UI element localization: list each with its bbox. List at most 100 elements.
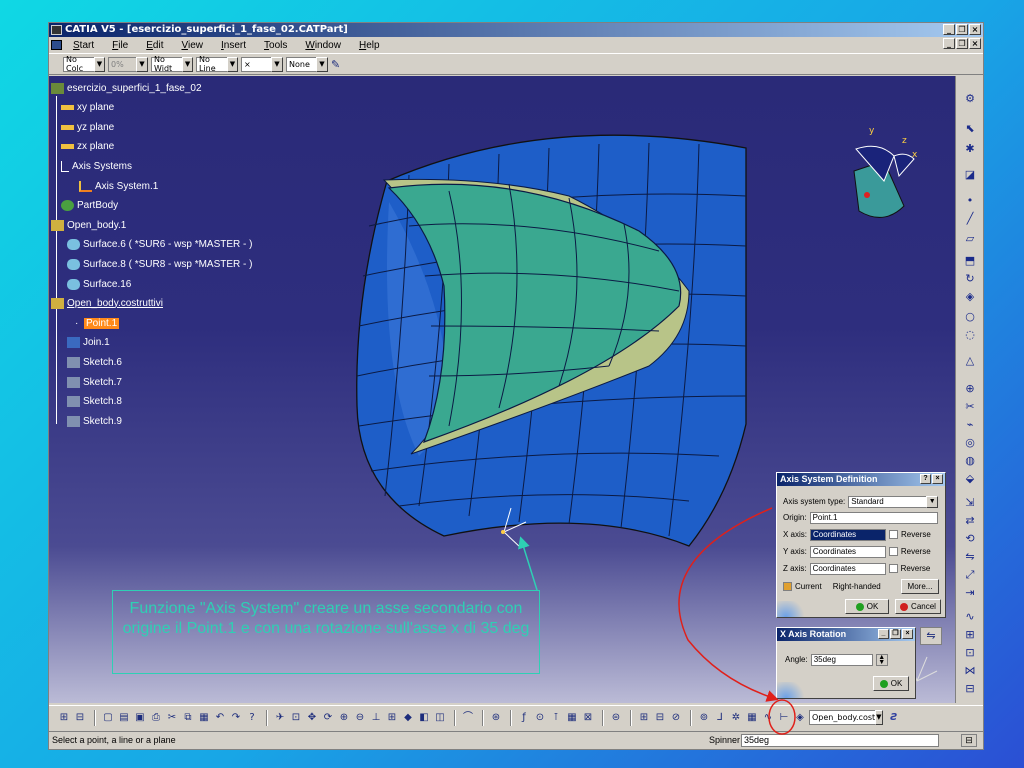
symmetry-icon[interactable]: ⇋	[963, 550, 977, 564]
rotate-icon[interactable]: ⟲	[963, 532, 977, 546]
tree-surface-6[interactable]: Surface.6 ( *SUR6 - wsp *MASTER - )	[67, 236, 252, 252]
doc-minimize-icon[interactable]: _	[943, 38, 955, 49]
extrapolate-icon[interactable]: ⇥	[963, 586, 977, 600]
fly-mode-icon[interactable]: ✈	[273, 711, 287, 725]
boundary-icon[interactable]: ◎	[963, 436, 977, 450]
formula-icon[interactable]: ƒ	[517, 711, 531, 725]
tree-join-1[interactable]: Join.1	[67, 334, 110, 350]
redo-icon[interactable]: ↷	[229, 711, 243, 725]
workbench-icon[interactable]: ⚙	[963, 92, 977, 106]
render-style-icon[interactable]: ◧	[417, 711, 431, 725]
cut-icon[interactable]: ✂	[165, 711, 179, 725]
menu-insert[interactable]: Insert	[212, 40, 255, 51]
body-icon[interactable]: ◈	[793, 711, 807, 725]
tree-xy-plane[interactable]: xy plane	[61, 99, 114, 115]
tree-axis-systems[interactable]: Axis Systems	[61, 158, 132, 174]
x-reverse-checkbox[interactable]	[889, 530, 899, 539]
chevron-down-icon[interactable]: ▼	[875, 710, 883, 725]
menu-window[interactable]: Window	[296, 40, 350, 51]
line-type-combo[interactable]: No Line ▼	[196, 55, 238, 73]
y-axis-field[interactable]: Coordinates	[809, 545, 886, 558]
sketcher-icon[interactable]: ✱	[963, 142, 977, 156]
line-tool-icon[interactable]: ╱	[963, 212, 977, 226]
chevron-down-icon[interactable]: ▼	[926, 495, 939, 508]
chevron-down-icon[interactable]: ▼	[226, 56, 238, 72]
point-creation-icon[interactable]: ⊚	[697, 711, 711, 725]
tree-open-body-1[interactable]: Open_body.1	[51, 217, 126, 233]
sweep-icon[interactable]: ◈	[963, 290, 977, 304]
menu-start[interactable]: Start	[64, 40, 103, 51]
new-file-icon[interactable]: ▢	[101, 711, 115, 725]
analysis-icon[interactable]: ⊡	[963, 646, 977, 660]
tree-surface-16[interactable]: Surface.16	[67, 276, 131, 292]
close-icon[interactable]: ×	[969, 24, 981, 35]
side-tool-icon[interactable]: ⇋	[920, 627, 942, 645]
undo-icon[interactable]: ↶	[213, 711, 227, 725]
menu-view[interactable]: View	[172, 40, 212, 51]
ok-button[interactable]: OK	[845, 599, 889, 614]
grid-icon[interactable]: ⊞	[637, 711, 651, 725]
point-symbol-combo[interactable]: × ▼	[241, 56, 283, 72]
join-tool-icon[interactable]: ⊕	[963, 382, 977, 396]
hide-show-icon[interactable]: ◫	[433, 711, 447, 725]
close-icon[interactable]: ×	[902, 629, 913, 639]
command-input-icon[interactable]: ⊟	[961, 734, 977, 747]
plane-tool-icon[interactable]: ▱	[963, 232, 977, 246]
snap-icon[interactable]: ⊟	[653, 711, 667, 725]
select-icon[interactable]: ⬉	[963, 122, 977, 136]
rotation-ok-button[interactable]: OK	[873, 676, 909, 691]
law-icon[interactable]: ∿	[963, 610, 977, 624]
hybrid-icon[interactable]: ⊢	[777, 711, 791, 725]
work-axis-icon[interactable]: ✲	[729, 711, 743, 725]
chevron-down-icon[interactable]: ▼	[316, 56, 328, 72]
tree-point-1[interactable]: · Point.1	[75, 315, 120, 331]
layer-combo[interactable]: None ▼	[286, 56, 328, 72]
fill-icon[interactable]: ◌	[963, 328, 977, 342]
tree-yz-plane[interactable]: yz plane	[61, 119, 114, 135]
painter-icon[interactable]: ✎	[331, 58, 340, 71]
tree-open-body-costruttivi[interactable]: Open_body.costruttivi	[51, 295, 163, 311]
save-icon[interactable]: ▣	[133, 711, 147, 725]
thermo-icon[interactable]: ⊺	[549, 711, 563, 725]
tree-surface-8[interactable]: Surface.8 ( *SUR8 - wsp *MASTER - )	[67, 256, 252, 272]
translate-icon[interactable]: ⇄	[963, 514, 977, 528]
design-table-icon[interactable]: ⊠	[581, 711, 595, 725]
tree-sketch-8[interactable]: Sketch.8	[67, 393, 122, 409]
tree-sketch-9[interactable]: Sketch.9	[67, 413, 122, 429]
menu-edit[interactable]: Edit	[137, 40, 172, 51]
close-icon[interactable]: ×	[932, 474, 943, 484]
table-icon[interactable]: ▦	[565, 711, 579, 725]
tree-zx-plane[interactable]: zx plane	[61, 138, 114, 154]
chevron-down-icon[interactable]: ▼	[93, 56, 105, 72]
tree-expand-icon[interactable]: ⊟	[73, 711, 87, 725]
menu-file[interactable]: File	[103, 40, 137, 51]
minimize-icon[interactable]: _	[878, 629, 889, 639]
fit-all-icon[interactable]: ⊡	[289, 711, 303, 725]
revolve-icon[interactable]: ↻	[963, 272, 977, 286]
catalog-browser-icon[interactable]: ⊜	[609, 711, 623, 725]
measure-icon[interactable]: ⊛	[489, 711, 503, 725]
z-reverse-checkbox[interactable]	[888, 564, 898, 573]
help-icon[interactable]: ?	[920, 474, 931, 484]
z-axis-field[interactable]: Coordinates	[809, 562, 886, 575]
x-axis-field[interactable]: Coordinates	[810, 528, 887, 541]
scaling-icon[interactable]: ⤢	[963, 568, 977, 582]
trim-icon[interactable]: ⌁	[963, 418, 977, 432]
tree-partbody[interactable]: PartBody	[61, 197, 118, 213]
normal-view-icon[interactable]: ⊥	[369, 711, 383, 725]
work-support-icon[interactable]: ⊘	[669, 711, 683, 725]
origin-field[interactable]: Point.1	[809, 511, 938, 524]
line-width-combo[interactable]: No Widt ▼	[151, 55, 193, 73]
more-button[interactable]: More...	[901, 579, 939, 594]
multi-view-icon[interactable]: ⊞	[385, 711, 399, 725]
doc-restore-icon[interactable]: ❐	[956, 38, 968, 49]
pattern-icon[interactable]: ⊞	[963, 628, 977, 642]
fillet-icon[interactable]: ⬙	[963, 472, 977, 486]
zoom-in-icon[interactable]: ⊕	[337, 711, 351, 725]
tree-root[interactable]: esercizio_superfici_1_fase_02	[51, 80, 202, 96]
grid-tool-icon[interactable]: ▦	[745, 711, 759, 725]
help-icon[interactable]: ?	[245, 711, 259, 725]
tree-axis-system-1[interactable]: Axis System.1	[79, 178, 158, 194]
start-icon[interactable]	[51, 40, 62, 50]
copy-icon[interactable]: ⧉	[181, 711, 195, 725]
